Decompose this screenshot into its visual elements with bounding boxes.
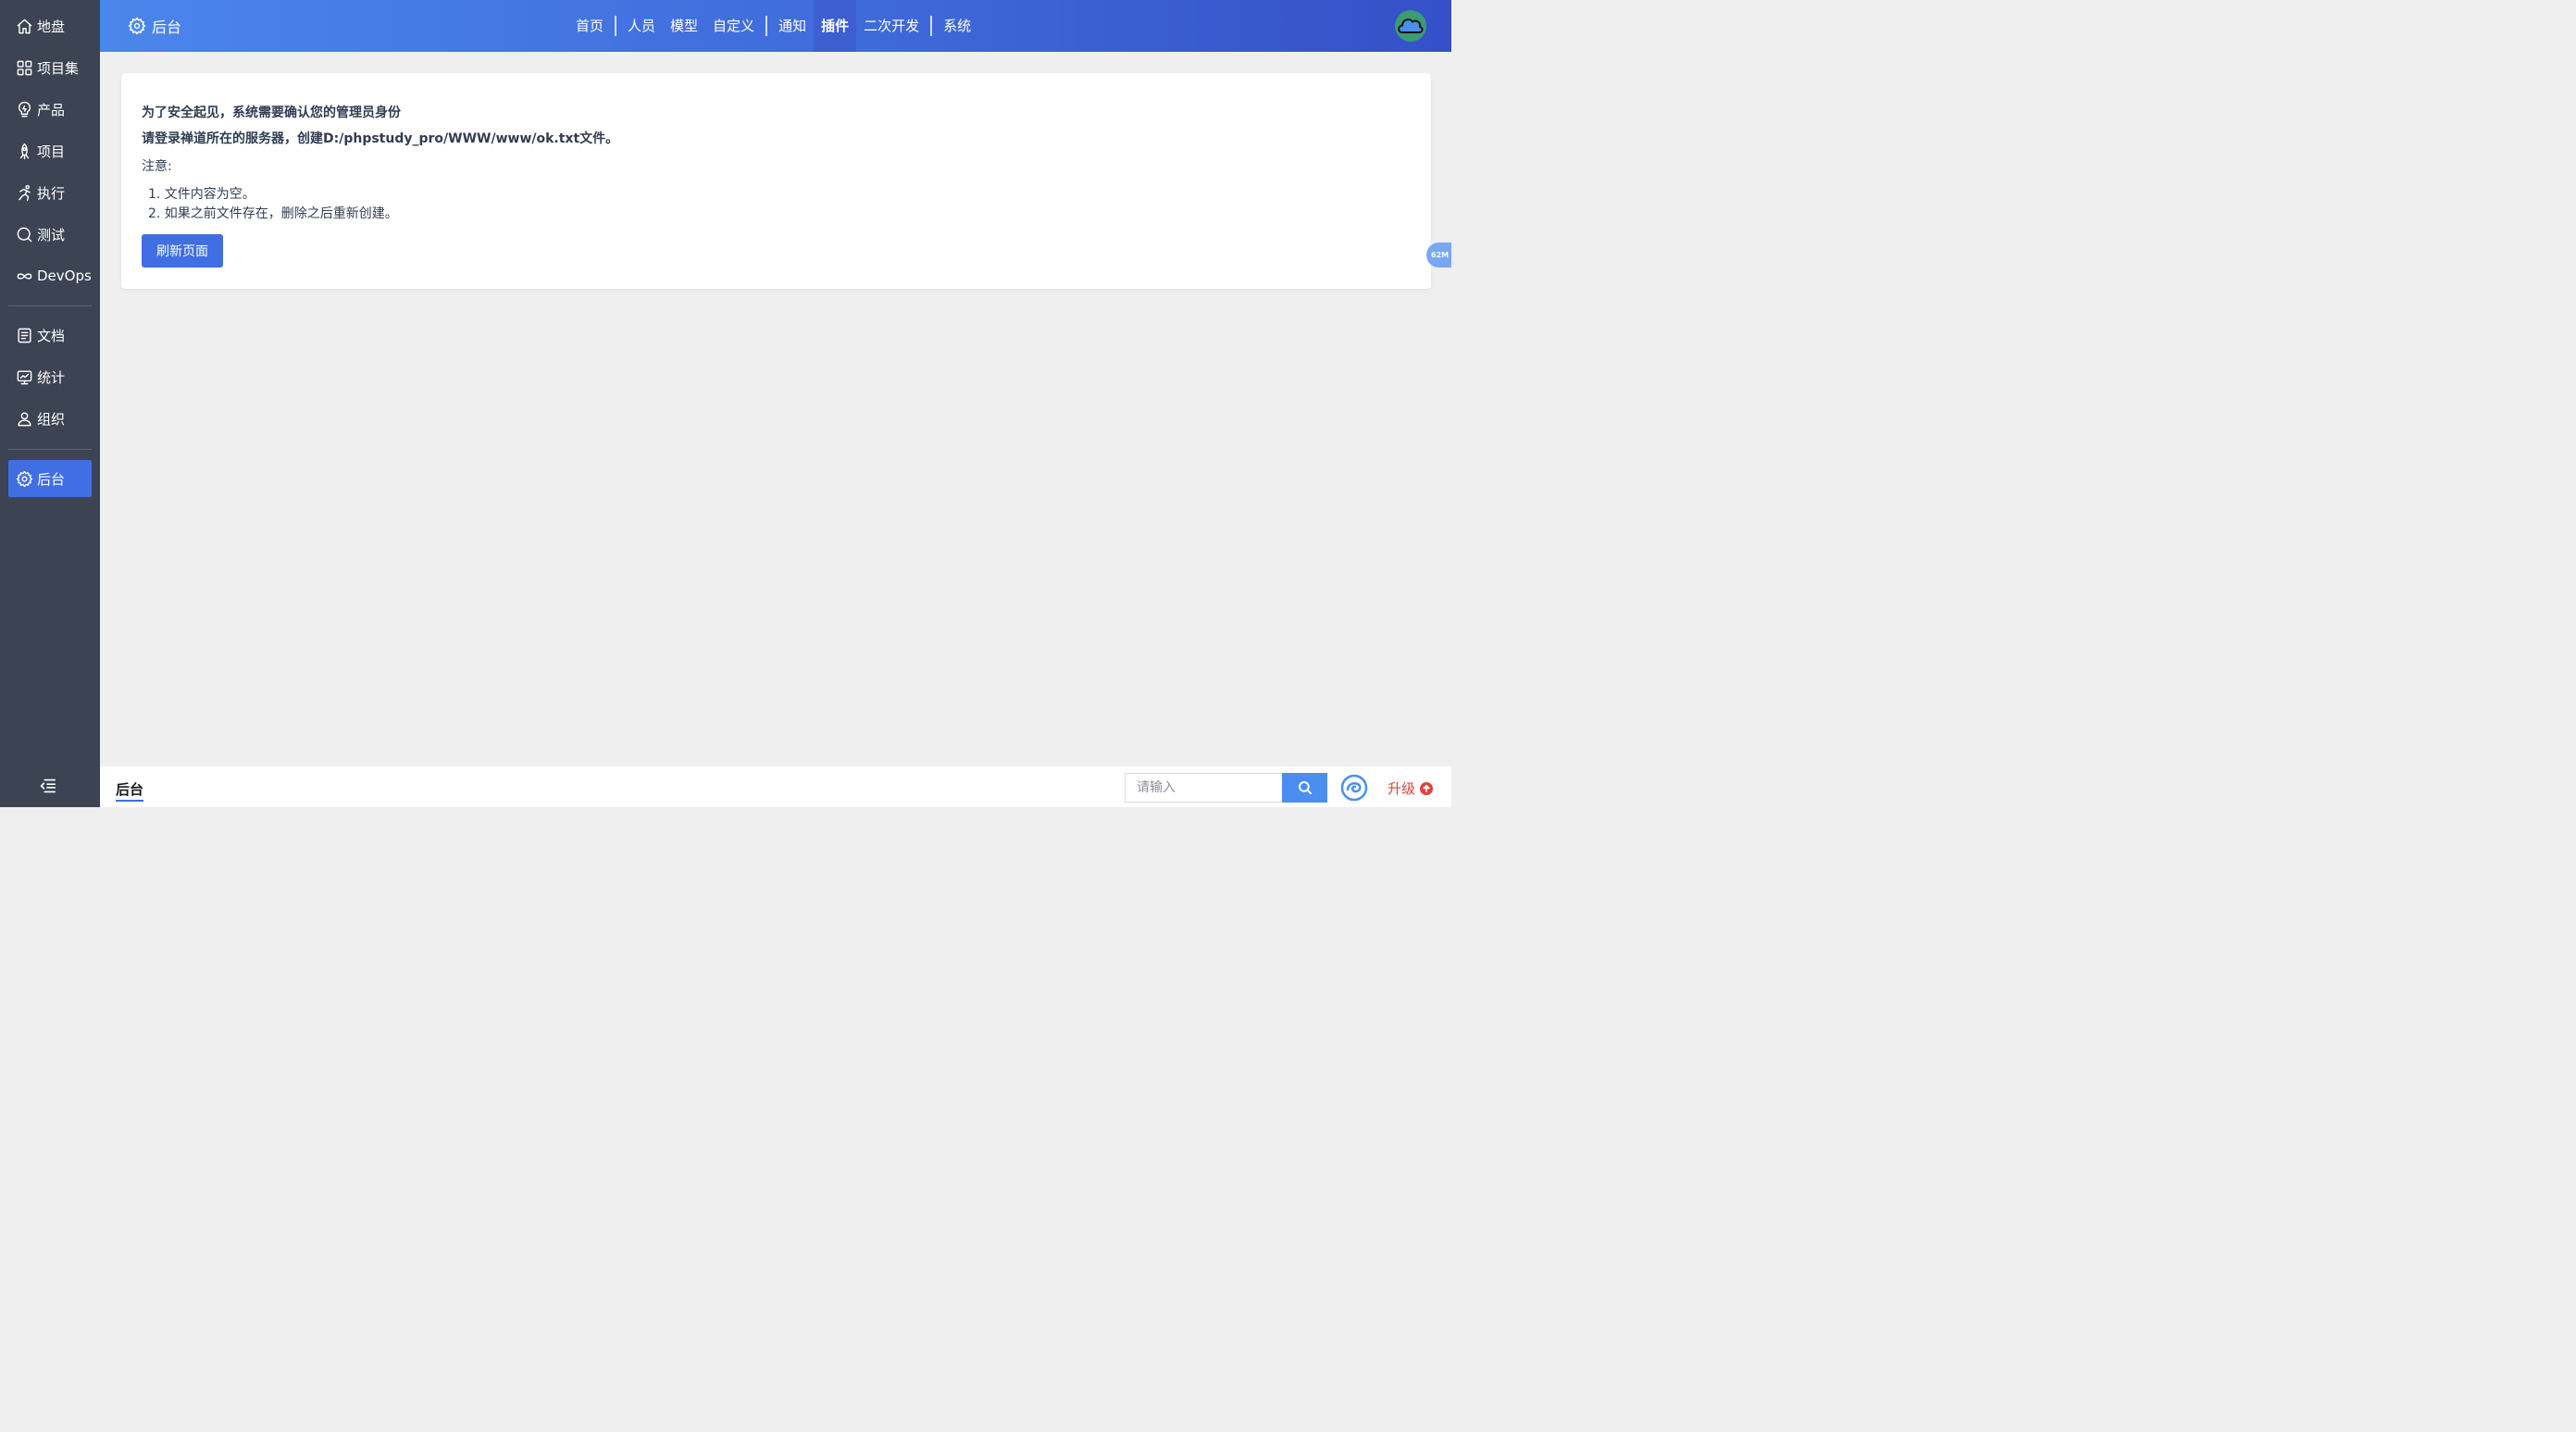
header-title: 后台 <box>128 15 181 37</box>
home-icon <box>14 16 34 36</box>
gear-icon <box>128 17 146 35</box>
search-circle-icon <box>14 224 34 244</box>
document-icon <box>14 325 34 345</box>
nav-dev[interactable]: 二次开发 <box>856 0 927 52</box>
nav-notify[interactable]: 通知 <box>771 0 814 52</box>
grid-icon <box>14 57 34 78</box>
search-input[interactable] <box>1125 773 1282 803</box>
run-icon <box>14 182 34 203</box>
sidebar-item-testing[interactable]: 测试 <box>8 216 92 253</box>
nav-model[interactable]: 模型 <box>663 0 705 52</box>
breadcrumb[interactable]: 后台 <box>116 779 144 802</box>
main-nav: 首页 人员 模型 自定义 通知 插件 二次开发 系统 <box>568 0 978 52</box>
nav-system[interactable]: 系统 <box>936 0 978 52</box>
top-header: 后台 首页 人员 模型 自定义 通知 插件 二次开发 系统 <box>100 0 1451 52</box>
sidebar-item-dashboard[interactable]: 地盘 <box>8 7 92 44</box>
arrow-up-icon <box>1420 781 1434 795</box>
nav-separator <box>930 16 933 36</box>
gear-icon <box>14 468 34 489</box>
user-avatar[interactable] <box>1394 9 1427 43</box>
sidebar-item-org[interactable]: 组织 <box>8 400 92 437</box>
infinity-icon <box>14 266 34 286</box>
sidebar-item-label: 后台 <box>37 470 66 488</box>
sidebar-item-label: 组织 <box>37 410 66 428</box>
collapse-menu-icon[interactable] <box>37 776 59 796</box>
sidebar-item-label: 项目 <box>37 143 66 160</box>
sidebar-item-programs[interactable]: 项目集 <box>8 49 92 86</box>
nav-home[interactable]: 首页 <box>568 0 611 52</box>
sidebar-divider <box>8 449 92 450</box>
instruction-message: 请登录禅道所在的服务器，创建D:/phpstudy_pro/WWW/www/ok… <box>142 131 619 146</box>
note-label: 注意: <box>142 159 172 174</box>
upgrade-link[interactable]: 升级 <box>1388 778 1434 798</box>
sidebar-item-label: 地盘 <box>37 18 66 35</box>
nav-custom[interactable]: 自定义 <box>705 0 762 52</box>
header-title-label: 后台 <box>152 19 182 36</box>
rocket-icon <box>14 141 34 161</box>
verify-admin-panel: 为了安全起见，系统需要确认您的管理员身份 请登录禅道所在的服务器，创建D:/ph… <box>121 73 1431 289</box>
sidebar-item-label: DevOps <box>37 268 92 284</box>
list-item: 1. 文件内容为空。 <box>148 187 255 202</box>
sidebar-item-executions[interactable]: 执行 <box>8 174 92 211</box>
upgrade-label: 升级 <box>1388 780 1416 797</box>
sidebar-item-devops[interactable]: DevOps <box>8 257 92 294</box>
search-button[interactable] <box>1282 773 1327 803</box>
sidebar-item-projects[interactable]: 项目 <box>8 132 92 169</box>
nav-separator <box>765 16 768 36</box>
sidebar: 地盘 项目集 产品 项目 执行 测试 DevOps 文档 统计 组织 后台 <box>0 0 100 807</box>
refresh-page-button[interactable]: 刷新页面 <box>142 234 223 268</box>
memory-badge[interactable]: 62M <box>1426 243 1451 268</box>
sidebar-item-admin[interactable]: 后台 <box>8 460 92 497</box>
sidebar-item-label: 测试 <box>37 226 66 243</box>
list-item: 2. 如果之前文件存在，删除之后重新创建。 <box>148 206 398 221</box>
sidebar-item-docs[interactable]: 文档 <box>8 317 92 354</box>
sidebar-item-stats[interactable]: 统计 <box>8 358 92 395</box>
zentao-logo-icon[interactable] <box>1340 774 1368 802</box>
sidebar-item-label: 产品 <box>37 101 66 118</box>
sidebar-item-label: 文档 <box>37 327 66 344</box>
nav-separator <box>615 16 617 36</box>
lightbulb-icon <box>14 99 34 119</box>
sidebar-divider <box>8 305 92 306</box>
nav-plugins[interactable]: 插件 <box>814 0 857 52</box>
footer-bar: 后台 升级 <box>100 766 1451 807</box>
nav-people[interactable]: 人员 <box>620 0 663 52</box>
note-list: 1. 文件内容为空。 2. 如果之前文件存在，删除之后重新创建。 <box>148 185 398 224</box>
sidebar-item-products[interactable]: 产品 <box>8 91 92 128</box>
sidebar-item-label: 项目集 <box>37 59 80 77</box>
security-message: 为了安全起见，系统需要确认您的管理员身份 <box>142 106 401 120</box>
search-icon <box>1298 781 1312 794</box>
sidebar-item-label: 执行 <box>37 184 66 202</box>
user-icon <box>14 408 34 429</box>
monitor-icon <box>14 367 34 387</box>
sidebar-item-label: 统计 <box>37 368 66 386</box>
